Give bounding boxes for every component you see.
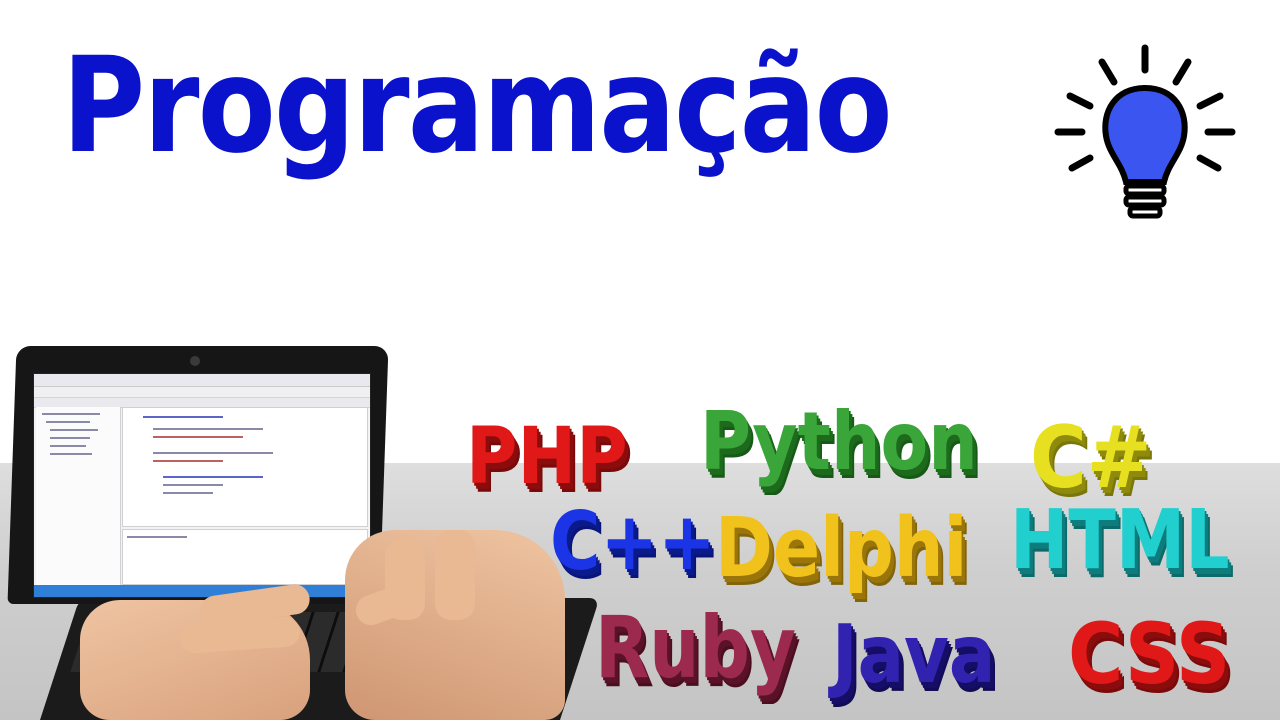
- lightbulb-icon: [1054, 44, 1236, 219]
- language-cpp: C++: [550, 495, 716, 588]
- language-ruby: Ruby: [595, 598, 796, 698]
- right-hand: [345, 530, 565, 720]
- language-html: HTML: [1010, 493, 1230, 588]
- screen-statusbar: [34, 585, 370, 597]
- language-java: Java: [832, 608, 996, 701]
- code-editor: [122, 407, 368, 527]
- language-python: Python: [700, 395, 978, 488]
- page-title: Programação: [62, 29, 893, 183]
- language-delphi: Delphi: [715, 501, 968, 596]
- laptop-screen: [33, 373, 371, 598]
- screen-menubar: [34, 387, 370, 398]
- screen-ide: [34, 407, 370, 585]
- output-panel: [122, 529, 368, 585]
- left-hand: [80, 582, 312, 720]
- language-csharp: C#: [1030, 408, 1152, 508]
- language-php: PHP: [466, 412, 628, 502]
- solution-explorer: [36, 407, 121, 585]
- screen-titlebar: [34, 374, 370, 387]
- language-css: CSS: [1068, 605, 1231, 703]
- webcam: [190, 356, 200, 366]
